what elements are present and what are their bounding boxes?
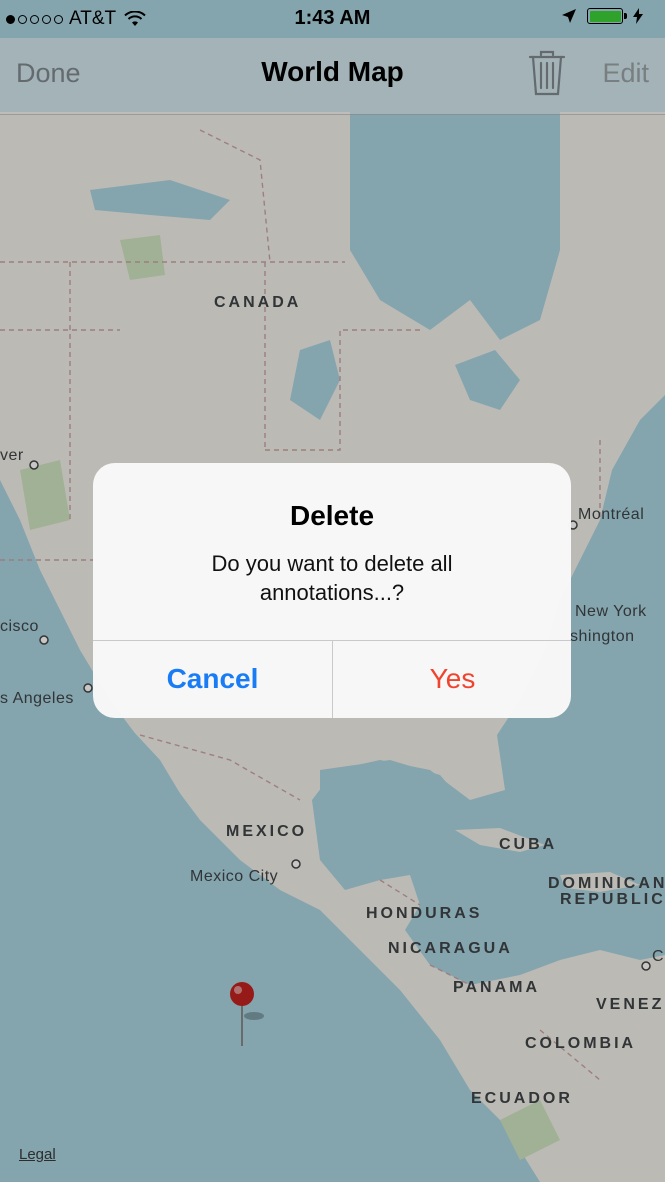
delete-alert-dialog: Delete Do you want to delete all annotat… (93, 463, 571, 718)
alert-title: Delete (289, 500, 375, 531)
cancel-button[interactable]: Cancel (93, 640, 332, 718)
yes-button[interactable]: Yes (333, 640, 571, 718)
alert-message: Do you want to delete all annotations...… (211, 551, 453, 605)
